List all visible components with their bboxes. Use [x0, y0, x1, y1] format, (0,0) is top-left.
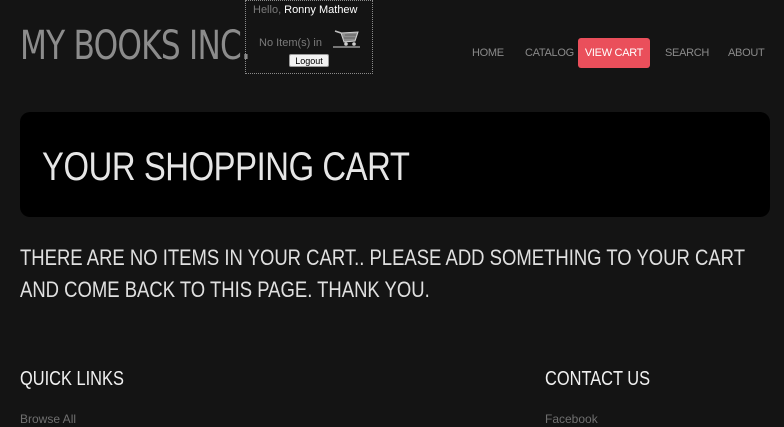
page: MY BOOKS INC. Hello, Ronny Mathew No Item…	[0, 0, 784, 427]
cart-status-text: No Item(s) in	[259, 37, 322, 49]
nav-view-cart-label[interactable]: VIEW CART	[585, 47, 644, 59]
greeting-label: Hello,	[253, 4, 282, 16]
nav-search-label[interactable]: SEARCH	[665, 47, 709, 59]
greeting-line: Hello, Ronny Mathew	[253, 4, 358, 16]
nav-about-label[interactable]: ABOUT	[728, 47, 765, 59]
page-title-panel: YOUR SHOPPING CART	[20, 112, 770, 217]
footer-link-browse-all[interactable]: Browse All	[20, 412, 76, 426]
logout-button[interactable]: Logout	[289, 54, 329, 67]
nav-catalog-label[interactable]: CATALOG	[525, 47, 574, 59]
contact-us-heading: CONTACT US	[545, 368, 651, 390]
site-logo-text[interactable]: MY BOOKS INC.	[20, 20, 251, 72]
nav-search[interactable]: SEARCH	[665, 38, 709, 68]
username: Ronny Mathew	[284, 4, 358, 16]
user-info-box: Hello, Ronny Mathew No Item(s) in Logout	[245, 0, 373, 74]
footer-link-facebook[interactable]: Facebook	[545, 412, 598, 426]
empty-cart-message: THERE ARE NO ITEMS IN YOUR CART.. PLEASE…	[20, 245, 745, 302]
nav-home[interactable]: HOME	[472, 38, 504, 68]
nav-view-cart[interactable]: VIEW CART	[578, 38, 650, 68]
nav-catalog[interactable]: CATALOG	[525, 38, 574, 68]
nav-about[interactable]: ABOUT	[728, 38, 765, 68]
nav-home-label[interactable]: HOME	[472, 47, 504, 59]
page-title: YOUR SHOPPING CART	[42, 145, 410, 189]
quick-links-heading: QUICK LINKS	[20, 368, 124, 390]
shopping-cart-icon[interactable]	[332, 26, 364, 50]
